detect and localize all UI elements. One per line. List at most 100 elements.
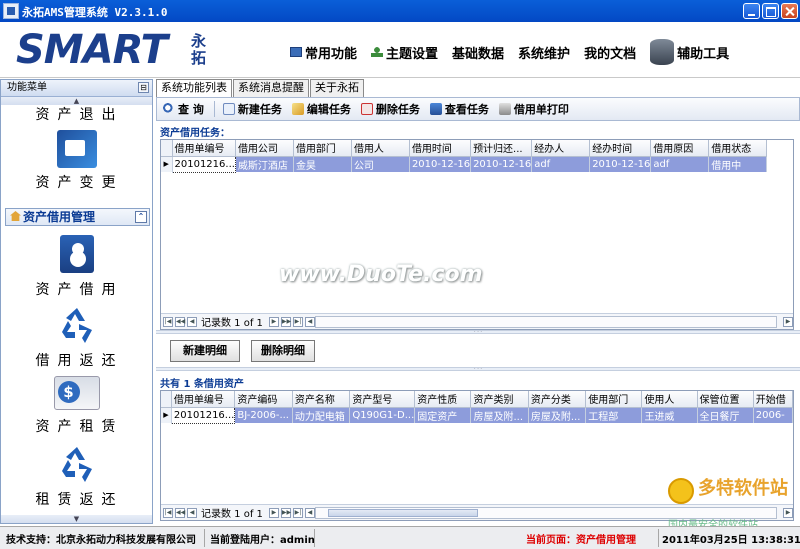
table-cell[interactable]: adf [531,156,591,172]
column-header[interactable]: 借用时间 [409,140,472,157]
new-detail-button[interactable]: 新建明细 [170,340,240,362]
column-header[interactable]: 借用单编号 [172,140,236,157]
sidebar-item-asset-exit[interactable]: 资产退出 [1,104,152,124]
nav-basic-data[interactable]: 基础数据 [452,39,504,65]
delete-detail-button[interactable]: 删除明细 [251,340,315,362]
column-header[interactable]: 保管位置 [697,391,754,408]
sidebar-item-asset-change[interactable]: 资产变更 [1,130,152,192]
next-page-icon[interactable]: ▶▶ [280,316,291,327]
tab-system-messages[interactable]: 系统消息提醒 [233,79,309,97]
table-cell[interactable]: 借用中 [708,156,768,172]
column-header[interactable]: 借用部门 [293,140,352,157]
column-header[interactable]: 资产名称 [292,391,351,408]
table-cell[interactable]: 公司 [351,156,410,172]
table-cell[interactable]: 2010-12-16 [589,156,652,172]
app-icon[interactable] [3,3,19,19]
scroll-down-arrow-icon[interactable]: ▼ [1,515,152,523]
function-menu-title: 功能菜单 [7,82,47,93]
column-header[interactable]: 资产类别 [470,391,529,408]
table-cell[interactable]: 房屋及附... [470,407,529,423]
column-header[interactable]: 借用公司 [235,140,294,157]
column-header[interactable]: 使用部门 [585,391,643,408]
collapse-icon[interactable]: ⌃ [135,211,147,223]
column-header[interactable]: 使用人 [641,391,698,408]
maximize-button[interactable] [762,3,779,19]
prev-icon[interactable]: ◀ [187,316,197,327]
table-cell[interactable]: 2010-12-16 [409,156,472,172]
minimize-button[interactable] [743,3,760,19]
nav-auxiliary-tools[interactable]: 辅助工具 [650,39,729,65]
column-header[interactable]: 预计归还... [470,140,533,157]
table-cell[interactable]: Q190G1-D... [349,407,416,423]
next-page-icon[interactable]: ▶▶ [280,507,291,518]
column-header[interactable]: 经办人 [531,140,591,157]
sidebar-item-lease-return[interactable]: 租赁返还 [1,444,152,509]
task-toolbar: 查 询 新建任务 编辑任务 删除任务 查看任务 借用单打印 [156,97,800,121]
nav-system-maintenance[interactable]: 系统维护 [518,39,570,65]
nav-theme-settings[interactable]: 主题设置 [371,39,438,65]
column-header[interactable]: 经办时间 [589,140,652,157]
prev-page-icon[interactable]: ◀◀ [175,507,185,518]
scroll-left-icon[interactable]: ◀ [304,507,315,518]
column-header[interactable]: 资产型号 [349,391,416,408]
column-header[interactable]: 借用单编号 [171,391,236,408]
table-row[interactable]: ▶ 20101216... 威斯汀酒店 金昊 公司 2010-12-16 201… [161,155,768,173]
splitter-handle[interactable]: · · · [156,330,800,335]
table-cell[interactable]: 房屋及附... [528,407,587,423]
horizontal-scrollbar[interactable] [314,315,777,328]
table-cell[interactable]: 20101216... [171,155,236,173]
prev-page-icon[interactable]: ◀◀ [175,316,185,327]
table-cell[interactable]: 金昊 [293,156,352,172]
current-page-text: 当前页面：资产借用管理 [526,535,636,546]
table-cell[interactable]: 动力配电箱 [292,407,351,423]
next-icon[interactable]: ▶ [268,507,279,518]
print-borrow-slip-button[interactable]: 借用单打印 [498,101,569,117]
prev-icon[interactable]: ◀ [187,507,197,518]
splitter-handle[interactable]: · · · [156,367,800,372]
column-header[interactable]: 资产编码 [234,391,293,408]
new-task-button[interactable]: 新建任务 [222,101,282,117]
next-icon[interactable]: ▶ [268,316,279,327]
first-page-icon[interactable]: |◀ [163,507,173,518]
column-header[interactable]: 资产性质 [414,391,472,408]
tab-about[interactable]: 关于永拓 [310,79,364,97]
query-button[interactable]: 查 询 [163,101,204,117]
nav-my-documents[interactable]: 我的文档 [584,39,636,65]
table-cell[interactable]: 王进威 [641,407,698,423]
delete-task-button[interactable]: 删除任务 [360,101,420,117]
close-button[interactable] [781,3,798,19]
sidebar-item-asset-borrow[interactable]: 资产借用 [1,235,152,299]
scroll-left-icon[interactable]: ◀ [304,316,315,327]
scrollbar-thumb[interactable] [327,508,478,517]
table-cell[interactable]: 20101216... [170,406,236,424]
view-task-button[interactable]: 查看任务 [429,101,489,117]
table-cell[interactable]: 工程部 [585,407,643,423]
table-row[interactable]: ▶ 20101216... BJ-2006-... 动力配电箱 Q190G1-D… [161,406,793,424]
section-asset-borrow-management[interactable]: 资产借用管理 ⌃ [5,208,150,226]
scroll-right-icon[interactable]: ▶ [783,316,793,327]
sidebar-item-asset-lease[interactable]: 资产租赁 [1,376,152,436]
nav-common-functions[interactable]: 常用功能 [290,39,357,65]
sidebar-item-borrow-return[interactable]: 借用返还 [1,305,152,370]
column-header[interactable]: 借用原因 [650,140,710,157]
column-header[interactable]: 资产分类 [528,391,587,408]
table-cell[interactable]: 全日餐厅 [697,407,754,423]
table-cell[interactable]: 2010-12-16 [470,156,533,172]
table-cell[interactable]: 2006- [753,407,793,423]
edit-task-button[interactable]: 编辑任务 [291,101,351,117]
table-cell[interactable]: adf [650,156,710,172]
sidebar-item-label: 资产租赁 [35,419,124,435]
table-cell[interactable]: 威斯汀酒店 [235,156,294,172]
tab-system-functions[interactable]: 系统功能列表 [156,79,232,98]
first-page-icon[interactable]: |◀ [163,316,173,327]
column-header[interactable]: 开始借 [753,391,793,408]
site-logo-text: 多特软件站 [698,478,788,499]
last-page-icon[interactable]: ▶| [292,316,303,327]
last-page-icon[interactable]: ▶| [292,507,303,518]
column-header[interactable]: 借用人 [351,140,410,157]
table-cell[interactable]: 固定资产 [414,407,472,423]
pin-icon[interactable]: ⊟ [138,82,149,93]
column-header[interactable]: 借用状态 [708,140,768,157]
table-cell[interactable]: BJ-2006-... [234,407,293,423]
sidebar-item-label: 资产借用 [35,282,124,298]
